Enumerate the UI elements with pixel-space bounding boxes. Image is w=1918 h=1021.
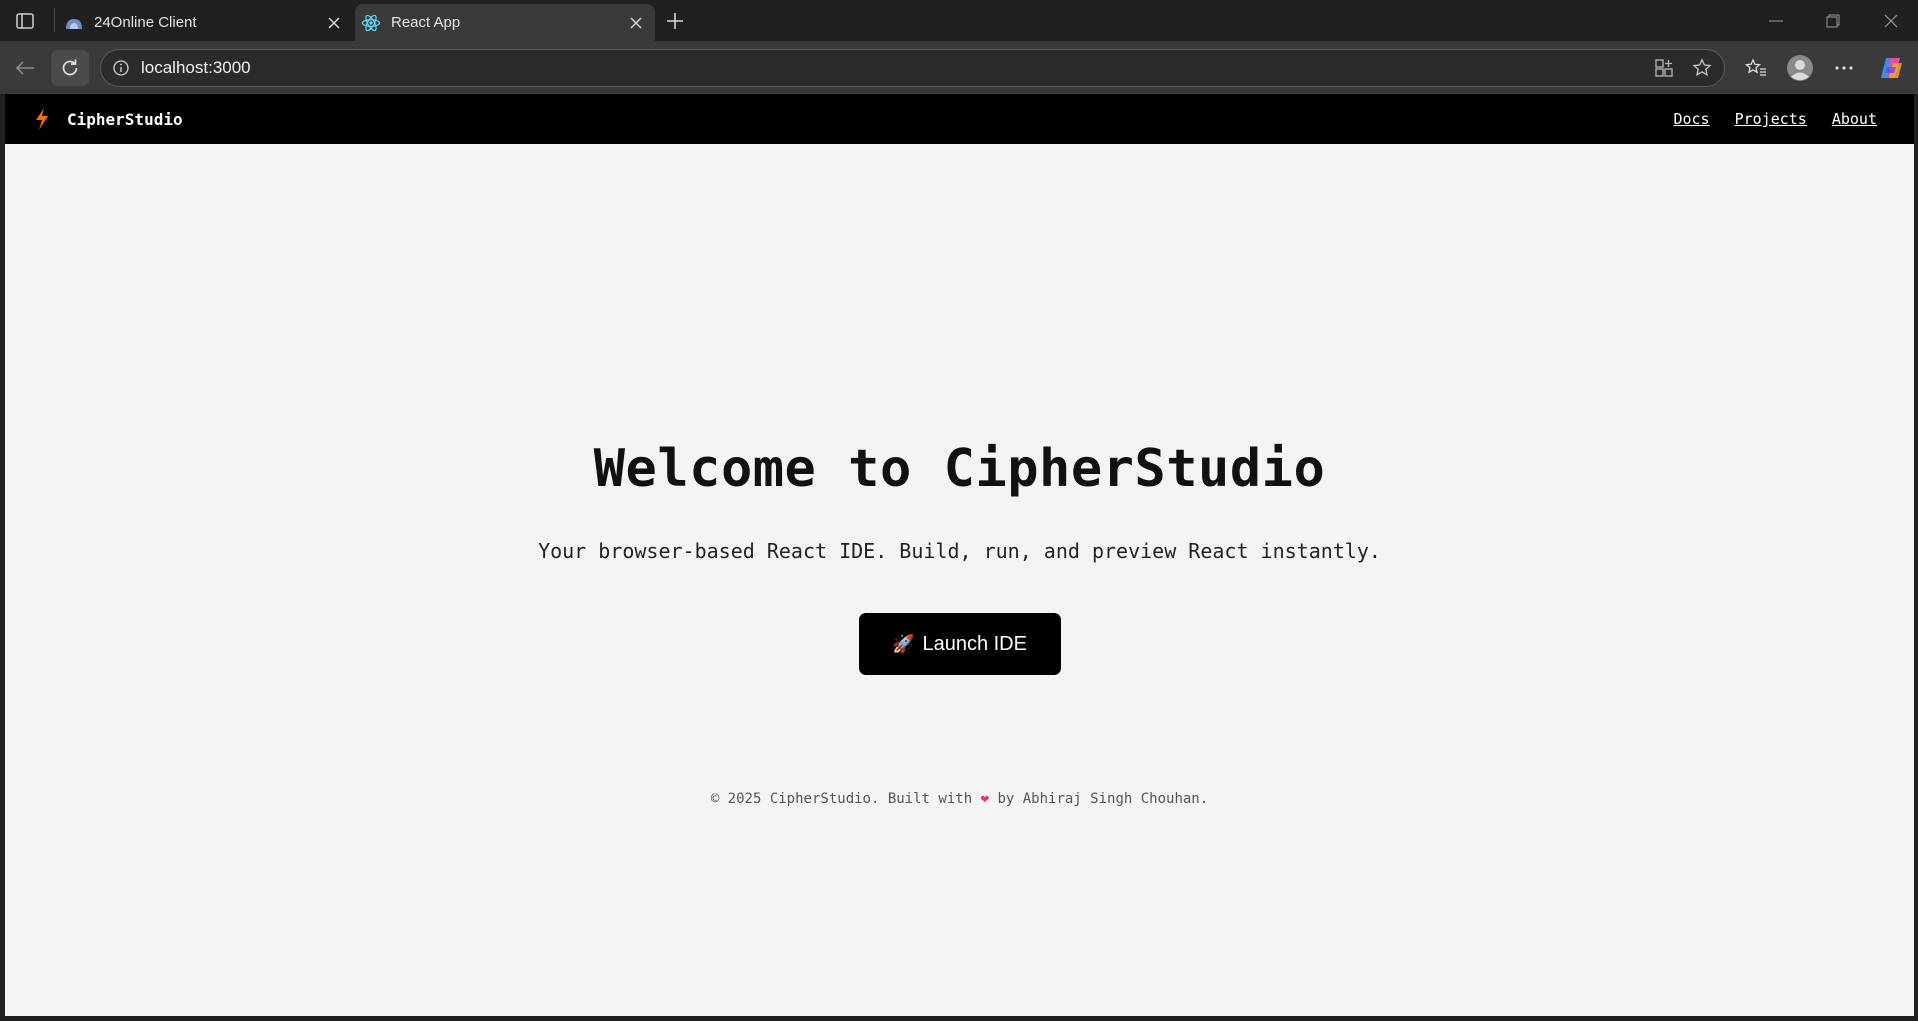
hero-subtitle: Your browser-based React IDE. Build, run… [538,539,1381,563]
address-bar[interactable]: localhost:3000 [100,49,1725,87]
tab-separator [54,8,55,32]
footer-suffix: by Abhiraj Singh Chouhan. [997,791,1209,807]
tab-actions-icon[interactable] [12,10,38,32]
launch-ide-label: Launch IDE [922,632,1027,655]
site-footer: © 2025 CipherStudio. Built with ❤ by Abh… [5,791,1914,807]
minimize-icon[interactable] [1761,8,1791,34]
new-tab-icon[interactable] [662,8,688,34]
site-navbar: CipherStudio Docs Projects About [5,94,1914,144]
back-arrow-icon[interactable] [6,50,44,86]
bolt-icon [36,108,48,130]
page-viewport: CipherStudio Docs Projects About Welcome… [5,94,1914,1016]
rocket-icon: 🚀 [892,633,915,654]
nav-link-projects[interactable]: Projects [1735,110,1807,128]
close-icon[interactable] [625,12,647,34]
site-info-icon[interactable] [111,58,131,78]
nav-link-about[interactable]: About [1832,110,1877,128]
hero-section: Welcome to CipherStudio Your browser-bas… [5,439,1914,675]
nav-links: Docs Projects About [1673,110,1877,128]
more-options-icon[interactable] [1825,50,1863,86]
brand[interactable]: CipherStudio [35,108,183,130]
hero-title: Welcome to CipherStudio [593,439,1326,499]
react-icon [361,13,381,33]
browser-toolbar: localhost:3000 [0,41,1918,94]
brand-name: CipherStudio [67,109,183,129]
copilot-icon[interactable] [1872,50,1910,86]
profile-avatar-icon[interactable] [1781,50,1819,86]
favorites-icon[interactable] [1737,50,1775,86]
close-icon[interactable] [323,12,345,34]
cloud-icon [64,13,84,33]
star-icon[interactable] [1686,52,1718,84]
tab-title: React App [391,14,461,31]
footer-prefix: © 2025 CipherStudio. Built with [710,791,973,807]
nav-link-docs[interactable]: Docs [1673,110,1709,128]
launch-ide-button[interactable]: 🚀 Launch IDE [858,613,1061,675]
heart-icon: ❤ [980,791,989,807]
tab-react-app[interactable]: React App [355,4,655,41]
restore-icon[interactable] [1818,8,1848,34]
app-available-icon[interactable] [1648,52,1680,84]
close-window-icon[interactable] [1876,8,1906,34]
tab-24online[interactable]: 24Online Client [58,4,353,41]
url-text[interactable]: localhost:3000 [141,58,1648,78]
tab-bar: 24Online Client React App [0,0,1918,41]
refresh-icon[interactable] [51,50,89,86]
tab-title: 24Online Client [94,14,197,31]
